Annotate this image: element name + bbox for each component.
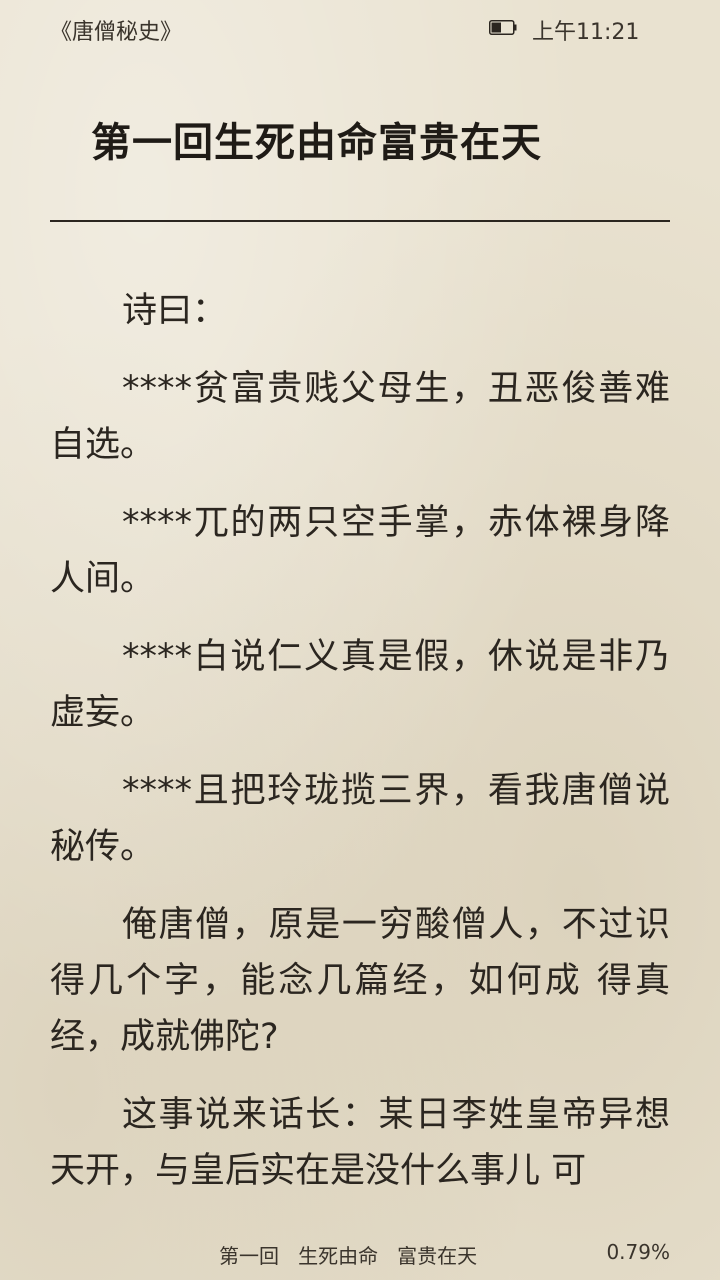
footer-chapter-label: 第一回 生死由命 富贵在天 xyxy=(219,1244,478,1268)
paragraph: 诗曰： xyxy=(122,291,228,331)
paragraph: ****贫富贵贱父母生，丑恶俊善难自选。 xyxy=(50,369,670,465)
clock: 上午11:21 xyxy=(532,20,640,45)
status-bar: 《唐僧秘史》 上午11:21 xyxy=(0,0,720,56)
reading-progress: 0.79% xyxy=(606,1240,670,1264)
footer-bar: 第一回 生死由命 富贵在天 0.79% xyxy=(0,1232,720,1272)
book-title: 《唐僧秘史》 xyxy=(50,20,183,45)
chapter-title: 第一回生死由命富贵在天 xyxy=(91,120,542,166)
paragraph: ****且把玲珑揽三界，看我唐僧说秘传。 xyxy=(50,771,670,867)
reading-content[interactable]: 诗曰： ****贫富贵贱父母生，丑恶俊善难自选。 ****兀的两只空手掌，赤体裸… xyxy=(50,283,670,1221)
paragraph: 这事说来话长：某日李姓皇帝异想天开，与皇后实在是没什么事儿 可 xyxy=(50,1095,670,1191)
battery-icon xyxy=(489,20,517,35)
paragraph: 俺唐僧，原是一穷酸僧人，不过识得几个字，能念几篇经，如何成 得真经，成就佛陀? xyxy=(50,905,670,1057)
paragraph: ****兀的两只空手掌，赤体裸身降人间。 xyxy=(50,503,670,599)
paragraph: ****白说仁义真是假，休说是非乃虚妄。 xyxy=(50,637,670,733)
title-divider xyxy=(50,220,670,222)
